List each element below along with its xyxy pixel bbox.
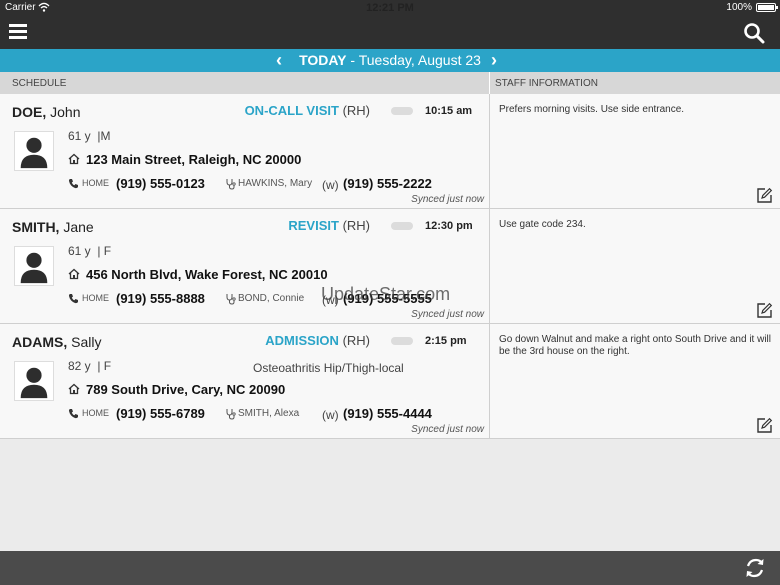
work-phone-number[interactable]: (919) 555-5555	[343, 291, 432, 306]
chevron-right-icon[interactable]: ›	[491, 49, 497, 72]
visit-type-suffix: (RH)	[342, 333, 370, 348]
column-headers: SCHEDULE STAFF INFORMATION	[0, 72, 780, 94]
phone-icon	[68, 294, 78, 304]
visit-row[interactable]: ADAMS, Sally ADMISSION (RH) 2:15 pm 82 y…	[0, 324, 780, 439]
patient-sex: | F	[97, 244, 112, 258]
phone-icon	[68, 409, 78, 419]
visit-status-toggle[interactable]	[391, 222, 413, 230]
phone-icon	[68, 179, 78, 189]
battery-percent: 100%	[726, 2, 752, 13]
house-icon	[68, 153, 80, 165]
stethoscope-icon	[226, 179, 236, 190]
patient-age: 61 y	[68, 129, 91, 143]
work-phone-number[interactable]: (919) 555-4444	[343, 406, 432, 421]
visit-type-suffix: (RH)	[342, 103, 370, 118]
visit-time: 12:30 pm	[425, 220, 473, 232]
staff-information-header: STAFF INFORMATION	[495, 78, 598, 89]
patient-avatar-icon	[14, 361, 54, 401]
home-phone-label: HOME	[82, 293, 109, 303]
patient-name: SMITH, Jane	[12, 219, 94, 235]
staff-information-note: Prefers morning visits. Use side entranc…	[499, 104, 685, 115]
sync-status: Synced just now	[411, 194, 484, 205]
patient-sex: |M	[97, 129, 111, 143]
patient-last-name: DOE,	[12, 104, 47, 120]
house-icon	[68, 268, 80, 280]
home-phone-number[interactable]: (919) 555-6789	[116, 406, 205, 421]
patient-first-name: John	[50, 104, 81, 120]
visit-type: REVISIT (RH)	[288, 218, 370, 233]
edit-note-icon[interactable]	[756, 302, 773, 319]
caregiver-name: BOND, Connie	[238, 293, 305, 304]
visit-type: ON-CALL VISIT (RH)	[245, 103, 370, 118]
work-phone-label: (w)	[322, 293, 339, 307]
patient-name: ADAMS, Sally	[12, 334, 101, 350]
work-phone-number[interactable]: (919) 555-2222	[343, 176, 432, 191]
home-phone-label: HOME	[82, 408, 109, 418]
visit-type-label: ADMISSION	[265, 333, 339, 348]
current-date: Tuesday, August 23	[358, 52, 481, 68]
patient-age-sex: 61 y |M	[68, 129, 110, 143]
today-label: TODAY	[299, 52, 347, 68]
stethoscope-icon	[226, 294, 236, 305]
column-divider	[489, 209, 490, 324]
stethoscope-icon	[226, 409, 236, 420]
patient-avatar-icon	[14, 246, 54, 286]
edit-note-icon[interactable]	[756, 187, 773, 204]
patient-age: 82 y	[68, 359, 91, 373]
visit-type-label: REVISIT	[288, 218, 339, 233]
status-time: 12:21 PM	[366, 2, 414, 14]
column-divider	[489, 94, 490, 209]
column-divider	[489, 324, 490, 439]
home-phone-number[interactable]: (919) 555-8888	[116, 291, 205, 306]
patient-sex: | F	[97, 359, 112, 373]
schedule-header: SCHEDULE	[12, 78, 67, 89]
patient-address[interactable]: 123 Main Street, Raleigh, NC 20000	[86, 152, 301, 167]
work-phone-label: (w)	[322, 408, 339, 422]
patient-diagnosis: Osteoathritis Hip/Thigh-local	[253, 361, 404, 375]
patient-age-sex: 82 y | F	[68, 359, 111, 373]
hamburger-menu-icon[interactable]	[9, 24, 27, 40]
staff-information-note: Use gate code 234.	[499, 219, 586, 230]
sync-status: Synced just now	[411, 309, 484, 320]
patient-address[interactable]: 789 South Drive, Cary, NC 20090	[86, 382, 285, 397]
visit-time: 2:15 pm	[425, 335, 467, 347]
patient-address[interactable]: 456 North Blvd, Wake Forest, NC 20010	[86, 267, 328, 282]
patient-age-sex: 61 y | F	[68, 244, 111, 258]
home-phone-number[interactable]: (919) 555-0123	[116, 176, 205, 191]
bottom-toolbar	[0, 551, 780, 585]
house-icon	[68, 383, 80, 395]
edit-note-icon[interactable]	[756, 417, 773, 434]
patient-first-name: Sally	[71, 334, 102, 350]
search-icon[interactable]	[743, 22, 765, 44]
visit-type-label: ON-CALL VISIT	[244, 103, 339, 118]
navigation-bar	[0, 16, 780, 49]
visit-status-toggle[interactable]	[391, 337, 413, 345]
patient-name: DOE, John	[12, 104, 80, 120]
visit-time: 10:15 am	[425, 105, 473, 117]
patient-first-name: Jane	[63, 219, 94, 235]
caregiver-name: HAWKINS, Mary	[238, 178, 313, 189]
battery-icon	[756, 3, 778, 12]
refresh-sync-icon[interactable]	[744, 557, 766, 579]
date-navigation-bar: ‹ TODAY - Tuesday, August 23 ›	[0, 49, 780, 72]
caregiver-name: SMITH, Alexa	[238, 408, 300, 419]
patient-age: 61 y	[68, 244, 91, 258]
work-phone-label: (w)	[322, 178, 339, 192]
status-bar: Carrier 12:21 PM 100%	[0, 0, 780, 16]
staff-information-note: Go down Walnut and make a right onto Sou…	[499, 334, 771, 357]
visit-row[interactable]: DOE, John ON-CALL VISIT (RH) 10:15 am 61…	[0, 94, 780, 209]
visit-type-suffix: (RH)	[342, 218, 370, 233]
home-phone-label: HOME	[82, 178, 109, 188]
visit-type: ADMISSION (RH)	[265, 333, 370, 348]
sync-status: Synced just now	[411, 424, 484, 435]
chevron-left-icon[interactable]: ‹	[276, 49, 282, 72]
date-separator: -	[346, 52, 359, 68]
date-title: TODAY - Tuesday, August 23	[299, 52, 481, 68]
patient-last-name: ADAMS,	[12, 334, 68, 350]
patient-avatar-icon	[14, 131, 54, 171]
patient-last-name: SMITH,	[12, 219, 60, 235]
column-divider	[489, 72, 490, 94]
visit-row[interactable]: SMITH, Jane REVISIT (RH) 12:30 pm 61 y |…	[0, 209, 780, 324]
visit-status-toggle[interactable]	[391, 107, 413, 115]
